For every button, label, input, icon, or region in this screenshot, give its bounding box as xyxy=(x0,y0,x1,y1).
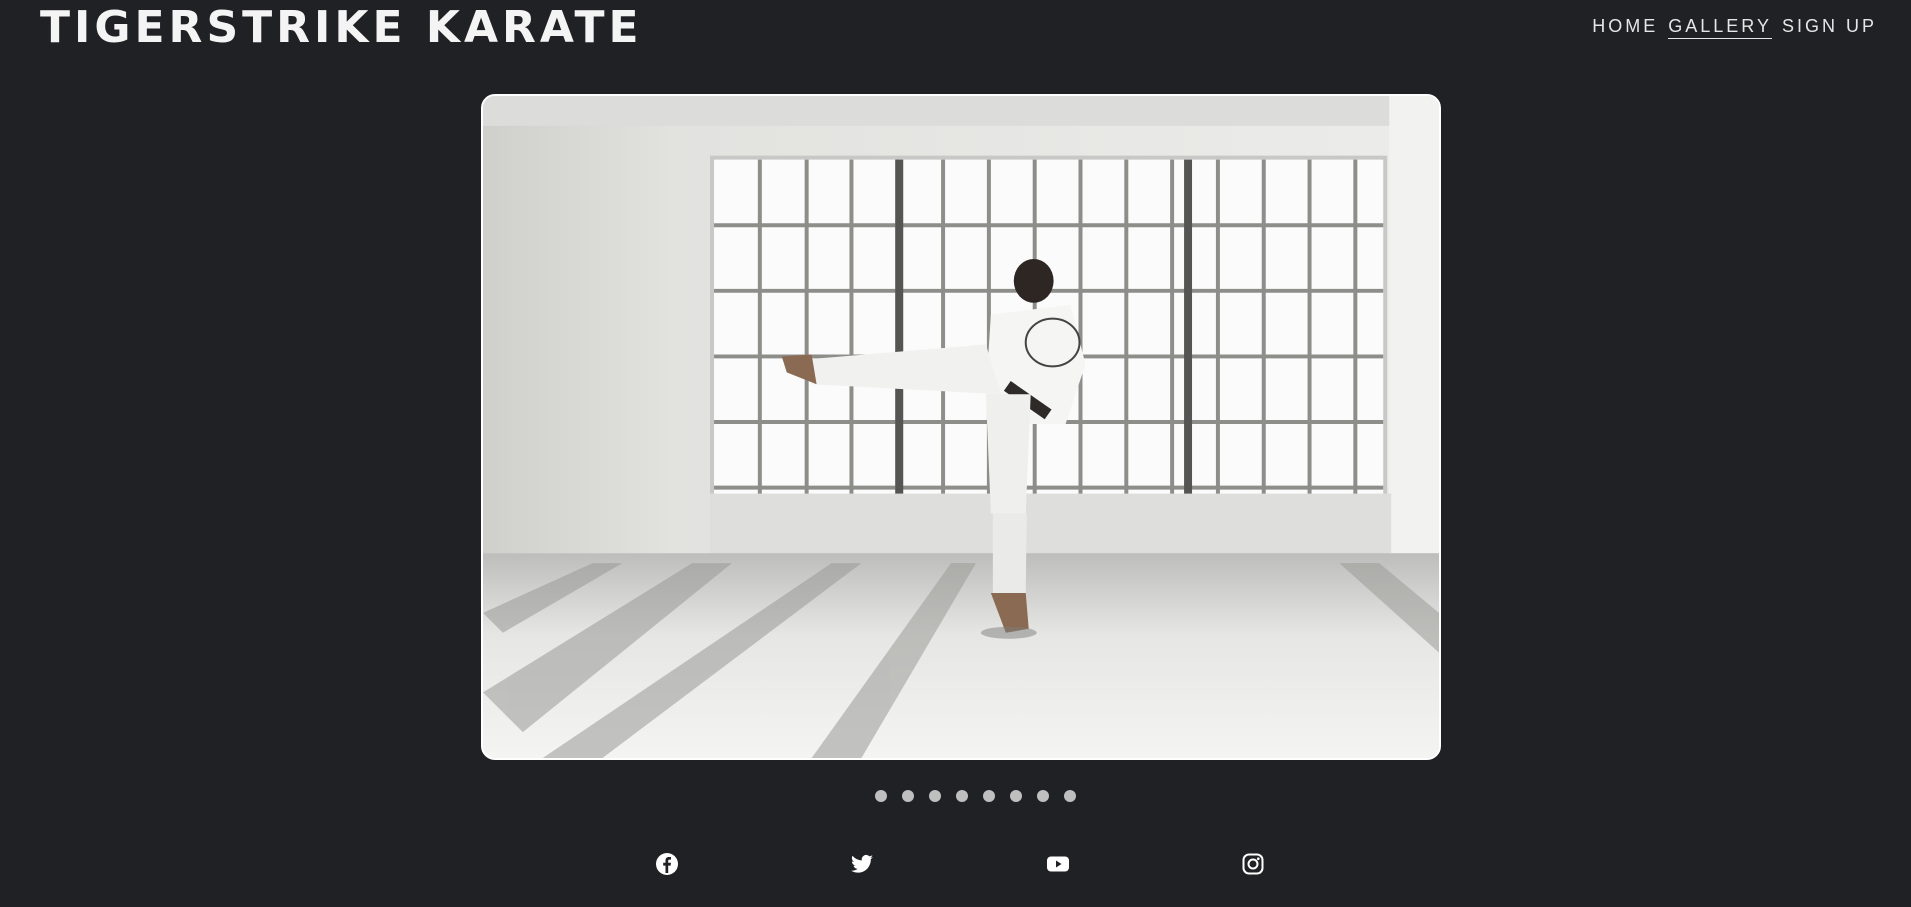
carousel-dot-4[interactable] xyxy=(955,790,968,802)
carousel-dot-8[interactable] xyxy=(1063,790,1076,802)
nav-gallery[interactable]: GALLERY xyxy=(1668,14,1772,39)
instagram-icon[interactable] xyxy=(1241,852,1265,876)
youtube-icon[interactable] xyxy=(1046,852,1070,876)
main-nav: HOME GALLERY SIGN UP xyxy=(1592,14,1877,39)
twitter-icon[interactable] xyxy=(850,852,874,876)
facebook-icon[interactable] xyxy=(655,852,679,876)
nav-sign-up[interactable]: SIGN UP xyxy=(1782,14,1877,39)
carousel-dot-1[interactable] xyxy=(874,790,887,802)
carousel-dot-7[interactable] xyxy=(1036,790,1049,802)
nav-home[interactable]: HOME xyxy=(1592,14,1658,39)
page: TIGERSTRIKE KARATE HOME GALLERY SIGN UP xyxy=(0,0,1911,907)
carousel-dot-6[interactable] xyxy=(1009,790,1022,802)
carousel-dot-2[interactable] xyxy=(901,790,914,802)
carousel-dot-5[interactable] xyxy=(982,790,995,802)
brand-logo[interactable]: TIGERSTRIKE KARATE xyxy=(40,2,643,54)
carousel-slide-image[interactable] xyxy=(481,94,1441,760)
carousel-indicators xyxy=(0,790,1911,802)
carousel-dot-3[interactable] xyxy=(928,790,941,802)
karate-kick-photo xyxy=(483,96,1439,758)
